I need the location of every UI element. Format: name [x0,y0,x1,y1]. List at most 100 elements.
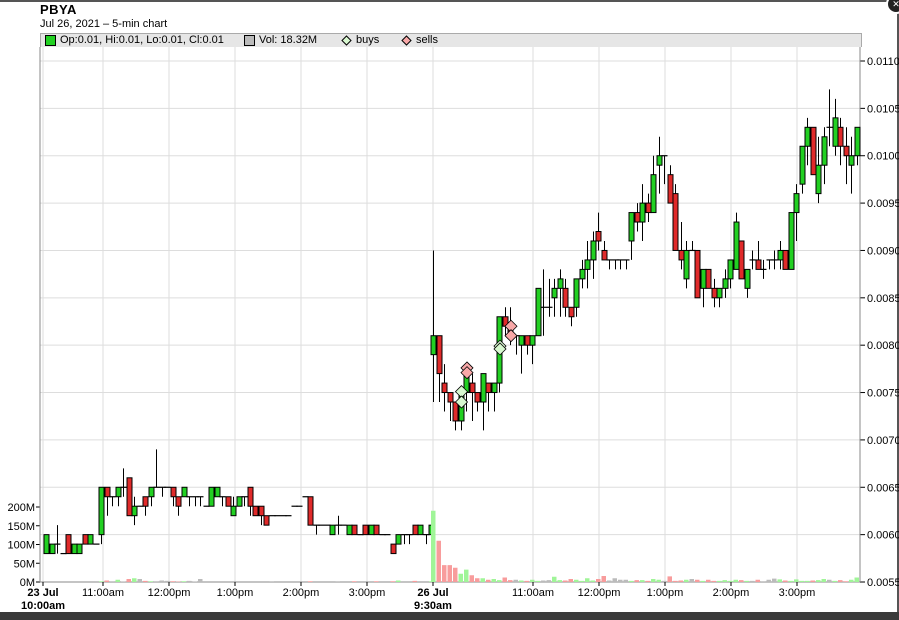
volume-bar [148,581,153,582]
candle-up [573,278,580,308]
close-icon[interactable]: ✕ [886,0,899,14]
price-tick-label: 0.0080 [867,340,899,352]
buy-diamond-icon [341,35,352,46]
candle-down [469,382,476,394]
volume-bar [728,580,733,582]
candle-down [142,496,149,507]
candle-up [683,249,690,280]
price-tick-label: 0.0055 [867,577,899,589]
volume-bar [352,581,357,582]
price-tick-label: 0.0085 [867,293,899,305]
volume-bar [794,579,799,582]
volume-bar [810,580,815,582]
volume-bar [568,579,573,582]
volume-bar [170,581,175,582]
candle-down [225,496,232,507]
volume-bar [827,579,832,582]
window-top-border [0,0,899,2]
candle-up [628,212,635,242]
candle-down [126,477,133,517]
legend-volume: Vol: 18.32M [244,34,317,47]
candle-up [639,202,646,223]
candle-up [584,259,591,270]
candle-up [214,486,221,498]
volume-bar [678,580,683,582]
buy-marker-icon [454,385,469,399]
volume-bar [656,579,661,582]
volume-bar [458,573,463,582]
volume-bar [524,580,529,582]
volume-bar [187,580,192,582]
candle-down [447,392,454,403]
volume-bar [126,579,131,582]
volume-bar [684,579,689,582]
volume-bar [673,580,678,582]
price-tick-label: 0.0095 [867,198,899,210]
legend-ohlc: Op:0.01, Hi:0.01, Lo:0.01, Cl:0.01 [45,34,224,47]
candle-down [645,202,652,214]
volume-bar [475,578,480,582]
volume-bar [390,581,395,582]
candle-up [76,543,83,555]
candle-down [837,126,844,147]
candle-up [700,268,707,289]
time-tick-label: 26 Jul [417,587,448,599]
candle-down [170,486,177,498]
price-tick-label: 0.0110 [867,56,899,68]
volume-swatch-icon [244,35,255,46]
volume-bar [546,580,551,582]
price-tick-label: 0.0105 [867,103,899,115]
volume-bar [269,581,274,582]
volume-bar [143,580,148,582]
volume-bar [137,579,142,582]
candle-up [716,287,723,299]
volume-bar [777,579,782,582]
volume-bar [585,578,590,582]
candle-up [131,505,138,517]
candle-up [236,496,243,507]
candle-down [562,287,569,308]
volume-bar [442,565,447,582]
volume-bar [447,565,452,582]
candle-up [329,524,336,536]
volume-bar [783,580,788,582]
legend-volume-text: Vol: 18.32M [259,34,318,46]
volume-bar [634,580,639,582]
candle-down [247,486,254,507]
candle-down [524,335,531,346]
volume-bar [629,580,634,582]
volume-bar [491,579,496,582]
volume-bar [574,579,579,582]
candle-down [441,382,448,394]
volume-bar [722,580,727,582]
volume-bar [469,575,474,582]
candle-down [601,249,608,261]
buy-marker-icon [493,339,507,353]
candle-up [496,316,503,384]
time-tick-label: 11:00am [82,587,124,599]
volume-bar [623,579,628,582]
volume-bar [788,580,793,582]
volume-bar [115,579,120,582]
candle-up [346,524,353,536]
candle-up [804,126,811,147]
candlestick-chart[interactable]: 0.0110 0.0105 0.0100 0.0095 0.0090 0.0085 0.00… [0,0,899,620]
candle-up [428,524,435,536]
sell-marker-icon [460,361,474,375]
candle-up [815,164,822,195]
sell-marker-icon [460,366,474,380]
volume-bar [159,580,164,582]
legend-ohlc-text: Op:0.01, Hi:0.01, Lo:0.01, Cl:0.01 [60,34,224,46]
volume-bar [198,579,203,582]
candle-up [535,287,542,337]
candle-down [390,543,397,555]
candle-down [634,212,641,223]
volume-bar [607,580,612,582]
candle-up [181,486,188,498]
candle-down [351,524,358,536]
candle-up [854,126,861,157]
candle-up [579,268,586,280]
candle-down [412,524,419,536]
volume-bar [744,580,749,582]
volume-bar [396,580,401,582]
